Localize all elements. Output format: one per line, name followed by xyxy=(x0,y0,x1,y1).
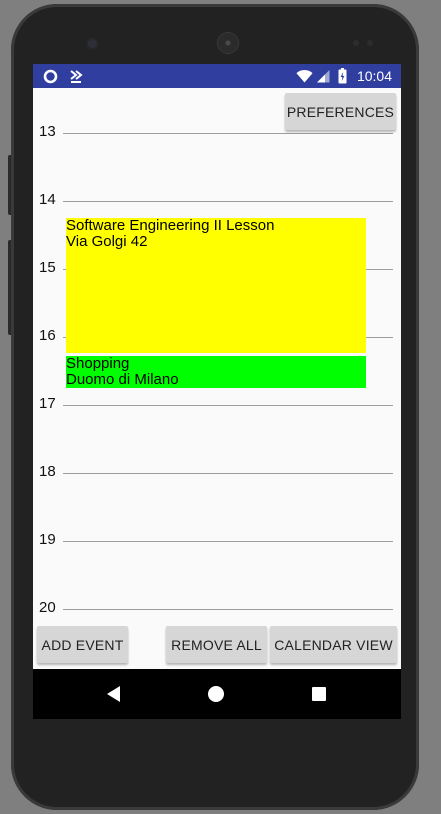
battery-icon xyxy=(338,64,347,88)
event-block-lesson[interactable]: Software Engineering II Lesson Via Golgi… xyxy=(66,218,366,353)
hour-line xyxy=(63,541,393,542)
hour-label-17: 17 xyxy=(39,395,56,412)
event-location: Via Golgi 42 xyxy=(66,233,148,250)
hour-label-15: 15 xyxy=(39,259,56,276)
event-title: Software Engineering II Lesson xyxy=(66,218,275,234)
wifi-icon xyxy=(296,64,313,88)
device-screen: 10:04 13 14 15 16 17 18 19 20 Software E… xyxy=(33,64,401,719)
circle-icon xyxy=(43,64,58,88)
status-time: 10:04 xyxy=(356,68,392,84)
hour-line xyxy=(63,201,393,202)
hour-label-14: 14 xyxy=(39,191,56,208)
hour-line xyxy=(63,405,393,406)
download-icon xyxy=(69,64,83,88)
preferences-button[interactable]: PREFERENCES xyxy=(285,93,396,130)
front-camera xyxy=(88,39,97,48)
hour-label-13: 13 xyxy=(39,123,56,140)
hour-label-19: 19 xyxy=(39,531,56,548)
hour-line xyxy=(63,609,393,610)
hour-line xyxy=(63,473,393,474)
add-event-button[interactable]: ADD EVENT xyxy=(37,626,128,663)
hour-label-16: 16 xyxy=(39,327,56,344)
navigation-bar xyxy=(33,669,401,719)
signal-icon xyxy=(316,64,330,88)
event-title: Shopping xyxy=(66,356,130,372)
hour-line xyxy=(63,133,393,134)
earpiece-speaker xyxy=(218,33,238,53)
calendar-view-button[interactable]: CALENDAR VIEW xyxy=(270,626,397,663)
proximity-sensors xyxy=(353,40,375,46)
event-block-shopping[interactable]: Shopping Duomo di Milano xyxy=(66,356,366,388)
event-location: Duomo di Milano xyxy=(66,371,179,388)
hour-label-18: 18 xyxy=(39,463,56,480)
hour-label-20: 20 xyxy=(39,599,56,616)
home-icon[interactable] xyxy=(204,682,228,706)
status-bar: 10:04 xyxy=(33,64,401,88)
recents-icon[interactable] xyxy=(307,682,331,706)
day-timeline[interactable]: 13 14 15 16 17 18 19 20 Software Enginee… xyxy=(33,88,401,616)
back-icon[interactable] xyxy=(102,682,126,706)
remove-all-button[interactable]: REMOVE ALL xyxy=(166,626,267,663)
